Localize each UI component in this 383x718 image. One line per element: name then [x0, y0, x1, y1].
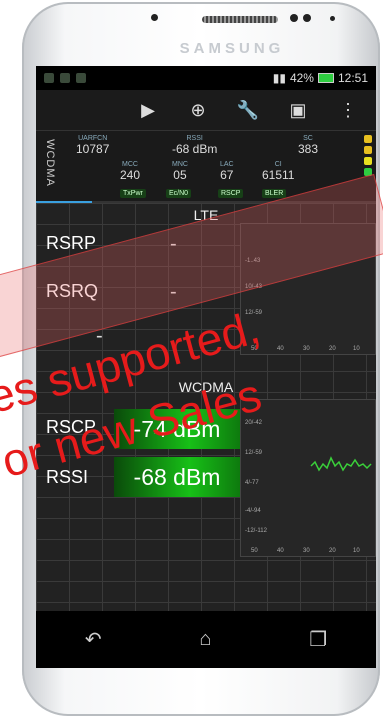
- battery-icon: [317, 73, 334, 83]
- wcdma-tick-x: 40: [277, 548, 284, 554]
- speaker-grille: [202, 16, 278, 23]
- wcdma-tick-y: -4/-94: [245, 508, 261, 514]
- sc-cell: SC 383: [298, 135, 319, 156]
- wcdma-tick-x: 20: [329, 548, 336, 554]
- mnc-cell: MNC 05: [172, 161, 188, 182]
- lte-tick-x: 10: [353, 346, 360, 352]
- lac-cell: LAC 67: [220, 161, 234, 182]
- clock: 12:51: [337, 71, 368, 85]
- nav-bar: ↶ ⌂ ❐: [36, 611, 376, 668]
- signal-trace: [310, 456, 372, 472]
- txpwr-tag[interactable]: TxPwr: [120, 189, 146, 198]
- wcdma-tick-x: 10: [353, 548, 360, 554]
- wcdma-tick-x: 50: [251, 548, 258, 554]
- uarfcn-cell: UARFCN 10787: [76, 135, 110, 156]
- rssi-value: -68 dBm: [114, 457, 240, 497]
- mcc-cell: MCC 240: [120, 161, 141, 182]
- toolbar: ▶ ⊕ 🔧 ▣ ⋮: [36, 90, 376, 131]
- signal-icon: ▮▮: [272, 71, 286, 85]
- notification-icon: [44, 73, 54, 83]
- wcdma-tick-x: 30: [303, 548, 310, 554]
- proximity-sensor: [330, 16, 335, 21]
- lte-tick-x: 40: [277, 346, 284, 352]
- rssi-cell: RSSI -68 dBm: [172, 135, 218, 156]
- log-icon: [364, 157, 372, 165]
- overflow-menu-icon[interactable]: ⋮: [326, 94, 370, 126]
- camera-icon[interactable]: ▣: [276, 94, 320, 126]
- refresh-icon: [364, 146, 372, 154]
- brand-logo: SAMSUNG: [179, 40, 285, 57]
- recent-apps-icon[interactable]: ❐: [309, 627, 327, 652]
- sensor-dot: [290, 14, 298, 22]
- gps-icon: [364, 135, 372, 143]
- bler-tag[interactable]: BLER: [262, 189, 287, 198]
- battery-percent: 42%: [289, 71, 314, 85]
- lte-tick-x: 20: [329, 346, 336, 352]
- lte-tick-x: 30: [303, 346, 310, 352]
- play-icon[interactable]: ▶: [126, 94, 170, 126]
- ci-cell: CI 61511: [262, 161, 295, 182]
- sensor-dot-2: [303, 14, 311, 22]
- ecn0-tag[interactable]: Ec/N0: [166, 189, 192, 198]
- tech-label: WCDMA: [43, 139, 56, 187]
- notification-icon: [60, 73, 70, 83]
- home-icon[interactable]: ⌂: [199, 628, 211, 651]
- wrench-icon[interactable]: 🔧: [226, 94, 270, 126]
- plus-circle-icon[interactable]: ⊕: [176, 94, 220, 126]
- status-bar: ▮▮ 42% 12:51: [36, 66, 376, 90]
- front-camera: [151, 14, 158, 21]
- wcdma-tick-y: -12/-112: [245, 528, 267, 534]
- back-icon[interactable]: ↶: [85, 627, 102, 652]
- rscp-tag[interactable]: RSCP: [218, 189, 244, 198]
- side-status-icons: [364, 135, 372, 176]
- wcdma-chart: 20/-42 12/-59 4/-77 -4/-94 -12/-112 50 4…: [240, 399, 376, 557]
- notification-icon: [76, 73, 86, 83]
